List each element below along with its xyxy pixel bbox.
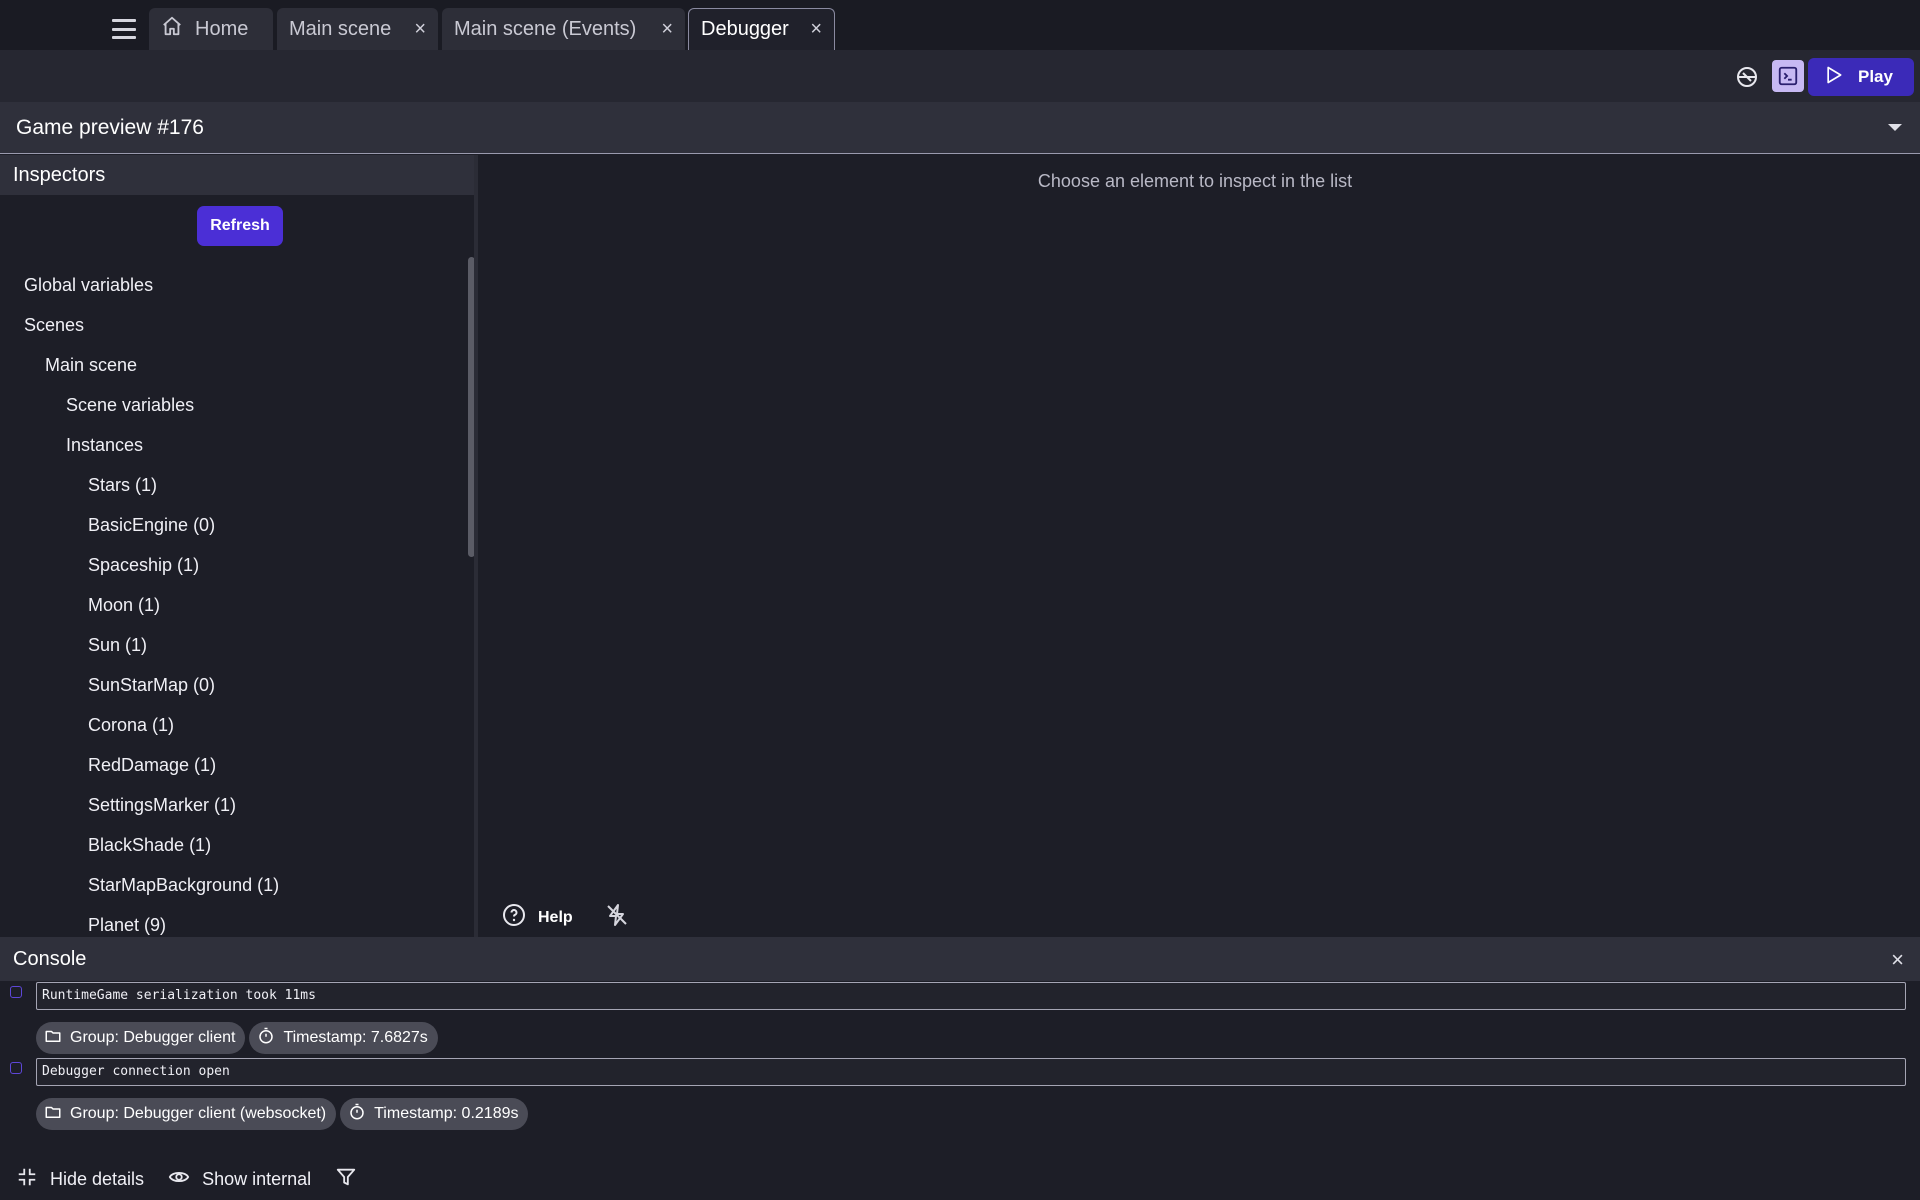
filter-button[interactable] xyxy=(335,1166,357,1193)
play-label: Play xyxy=(1858,67,1893,86)
log-meta: Group: Debugger client (websocket) Times… xyxy=(36,1098,529,1130)
tab-main-scene-events[interactable]: Main scene (Events) × xyxy=(442,8,685,50)
tree-item-label: Stars (1) xyxy=(88,474,158,495)
inspector-scrollbar[interactable] xyxy=(468,257,474,557)
tree-item-starmapbackground[interactable]: StarMapBackground (1) xyxy=(0,865,460,905)
close-icon[interactable]: × xyxy=(414,18,426,41)
tree-item-planet[interactable]: Planet (9) xyxy=(0,905,460,937)
tab-bar: Home Main scene × Main scene (Events) × … xyxy=(0,0,1920,50)
home-icon xyxy=(161,15,183,43)
close-icon[interactable]: × xyxy=(810,18,822,41)
tree-item-label: BasicEngine (0) xyxy=(88,514,216,535)
timestamp-chip: Timestamp: 7.6827s xyxy=(249,1022,438,1054)
timer-icon xyxy=(257,1027,275,1050)
tab-debugger-label: Debugger xyxy=(701,18,789,40)
tree-item-moon[interactable]: Moon (1) xyxy=(0,585,460,625)
tree-item-basicengine[interactable]: BasicEngine (0) xyxy=(0,505,460,545)
tree-item-label: Corona (1) xyxy=(88,714,175,735)
hide-details-label: Hide details xyxy=(50,1168,145,1189)
tree-item-global-variables[interactable]: Global variables xyxy=(0,265,460,305)
tree-item-sun[interactable]: Sun (1) xyxy=(0,625,460,665)
tree-item-label: Sun (1) xyxy=(88,634,148,655)
eye-icon xyxy=(168,1166,190,1193)
tree-item-main-scene[interactable]: Main scene xyxy=(0,345,460,385)
close-icon[interactable]: × xyxy=(661,18,673,41)
refresh-button[interactable]: Refresh xyxy=(197,206,283,246)
group-label: Group: Debugger client (websocket) xyxy=(70,1105,327,1122)
close-icon[interactable]: × xyxy=(1891,947,1904,973)
inspectors-header: Inspectors xyxy=(0,155,474,195)
tree-item-label: Moon (1) xyxy=(88,594,161,615)
tree-item-label: Main scene xyxy=(45,354,138,375)
network-icon[interactable] xyxy=(1732,62,1762,92)
tree-item-stars[interactable]: Stars (1) xyxy=(0,465,460,505)
tree-item-label: Scene variables xyxy=(66,394,195,415)
timestamp-chip: Timestamp: 0.2189s xyxy=(340,1098,529,1130)
tree-item-scenes[interactable]: Scenes xyxy=(0,305,460,345)
tab-debugger[interactable]: Debugger × xyxy=(688,8,835,50)
group-label: Group: Debugger client xyxy=(70,1029,236,1046)
show-internal-button[interactable]: Show internal xyxy=(168,1166,311,1193)
collapse-icon xyxy=(16,1166,38,1193)
tree-item-label: BlackShade (1) xyxy=(88,834,212,855)
choose-element-message: Choose an element to inspect in the list xyxy=(1037,171,1353,191)
tab-main-scene[interactable]: Main scene × xyxy=(277,8,438,50)
help-icon[interactable] xyxy=(502,903,526,932)
tree-item-label: SunStarMap (0) xyxy=(88,674,216,695)
log-meta: Group: Debugger client Timestamp: 7.6827… xyxy=(36,1022,438,1054)
tree-item-corona[interactable]: Corona (1) xyxy=(0,705,460,745)
tree-item-blackshade[interactable]: BlackShade (1) xyxy=(0,825,460,865)
info-icon xyxy=(10,1062,22,1074)
tree-item-sunstarmap[interactable]: SunStarMap (0) xyxy=(0,665,460,705)
tree-item-reddamage[interactable]: RedDamage (1) xyxy=(0,745,460,785)
menu-icon[interactable] xyxy=(109,15,139,43)
log-message: RuntimeGame serialization took 11ms xyxy=(36,982,1906,1010)
tree-item-label: Planet (9) xyxy=(88,914,167,935)
tab-main-scene-label: Main scene xyxy=(289,17,392,40)
tree-item-label: Spaceship (1) xyxy=(88,554,200,575)
inspect-area: Choose an element to inspect in the list… xyxy=(482,155,1920,937)
console-header: Console × xyxy=(0,937,1920,981)
dropdown-caret-icon[interactable] xyxy=(1888,124,1902,131)
show-internal-label: Show internal xyxy=(202,1168,312,1189)
tree-item-label: Global variables xyxy=(24,274,154,295)
console-title: Console xyxy=(13,947,87,970)
play-icon xyxy=(1824,65,1844,90)
console-icon[interactable] xyxy=(1772,60,1804,92)
tree-item-label: SettingsMarker (1) xyxy=(88,794,237,815)
tree-item-instances[interactable]: Instances xyxy=(0,425,460,465)
log-message: Debugger connection open xyxy=(36,1058,1906,1086)
tab-home-label: Home xyxy=(195,17,249,40)
group-chip: Group: Debugger client (websocket) xyxy=(36,1098,337,1130)
tab-main-scene-events-label: Main scene (Events) xyxy=(454,17,637,40)
tree-item-label: Scenes xyxy=(24,314,85,335)
play-button[interactable]: Play xyxy=(1808,58,1914,96)
timestamp-label: Timestamp: 0.2189s xyxy=(374,1105,519,1122)
console-footer: Hide details Show internal xyxy=(0,1162,1920,1196)
flash-off-icon[interactable] xyxy=(605,903,629,932)
group-chip: Group: Debugger client xyxy=(36,1022,246,1054)
tree-item-label: RedDamage (1) xyxy=(88,754,217,775)
folder-icon xyxy=(44,1027,62,1050)
timer-icon xyxy=(348,1103,366,1126)
tree-item-label: Instances xyxy=(66,434,144,455)
tab-home[interactable]: Home xyxy=(149,8,273,50)
toolbar xyxy=(0,50,1920,102)
folder-icon xyxy=(44,1103,62,1126)
filter-icon xyxy=(335,1166,357,1193)
info-icon xyxy=(10,986,22,998)
inspectors-panel: Inspectors Refresh Global variables Scen… xyxy=(0,155,478,937)
inspectors-title: Inspectors xyxy=(13,163,106,186)
hide-details-button[interactable]: Hide details xyxy=(16,1166,144,1193)
timestamp-label: Timestamp: 7.6827s xyxy=(283,1029,428,1046)
help-row: Help xyxy=(502,903,629,932)
help-link[interactable]: Help xyxy=(538,909,573,927)
inspector-tree: Global variables Scenes Main scene Scene… xyxy=(0,265,460,937)
tree-item-scene-variables[interactable]: Scene variables xyxy=(0,385,460,425)
game-preview-title: Game preview #176 xyxy=(16,115,204,139)
tree-item-spaceship[interactable]: Spaceship (1) xyxy=(0,545,460,585)
game-preview-header[interactable]: Game preview #176 xyxy=(0,102,1920,154)
tree-item-label: StarMapBackground (1) xyxy=(88,874,280,895)
tree-item-settingsmarker[interactable]: SettingsMarker (1) xyxy=(0,785,460,825)
